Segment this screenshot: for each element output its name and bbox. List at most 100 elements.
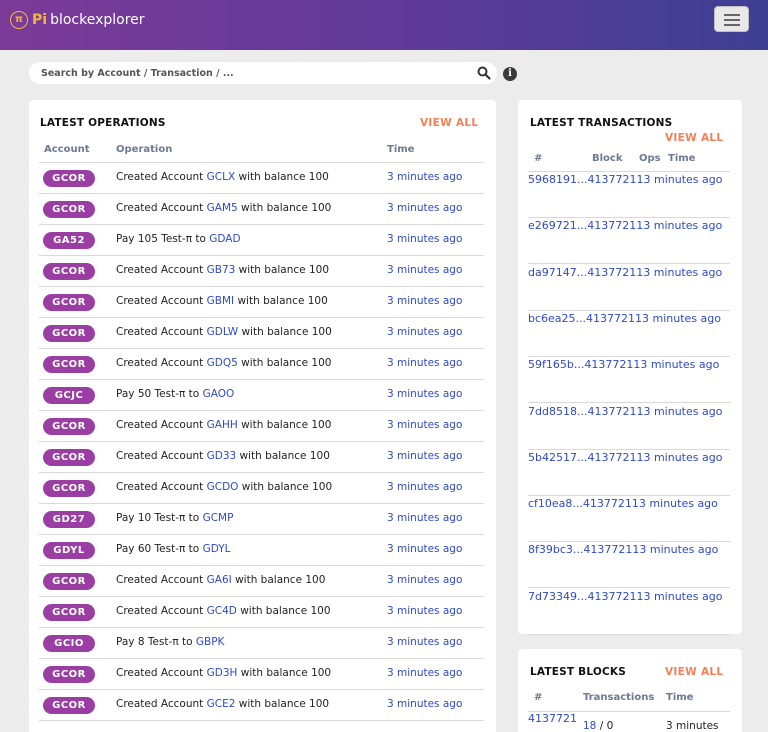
account-link[interactable]: GAOO bbox=[203, 388, 235, 400]
transaction-hash-link[interactable]: 7d73349... bbox=[528, 590, 587, 603]
transaction-hash-link[interactable]: 59f165b... bbox=[528, 358, 584, 371]
transaction-time-link[interactable]: 3 minutes ago bbox=[639, 497, 718, 510]
operation-time-link[interactable]: 3 minutes ago bbox=[387, 512, 462, 524]
account-link[interactable]: GCMP bbox=[203, 512, 234, 524]
operation-time-link[interactable]: 3 minutes ago bbox=[387, 450, 462, 462]
block-link[interactable]: 4137721 bbox=[587, 451, 636, 464]
account-link[interactable]: GCE2 bbox=[207, 698, 236, 710]
account-link[interactable]: GC4D bbox=[207, 605, 237, 617]
ops-count-link[interactable]: 1 bbox=[635, 312, 642, 325]
operation-time-link[interactable]: 3 minutes ago bbox=[387, 326, 462, 338]
transaction-hash-link[interactable]: da97147... bbox=[528, 266, 587, 279]
account-link[interactable]: GB73 bbox=[207, 264, 236, 276]
account-link[interactable]: GAM5 bbox=[207, 202, 238, 214]
account-badge[interactable]: GCOR bbox=[43, 697, 95, 714]
account-badge[interactable]: GCJC bbox=[43, 387, 95, 404]
account-badge[interactable]: GCIO bbox=[43, 635, 95, 652]
transaction-hash-link[interactable]: 5968191... bbox=[528, 173, 587, 186]
hamburger-menu-button[interactable] bbox=[714, 6, 749, 32]
account-badge[interactable]: GCOR bbox=[43, 170, 95, 187]
transaction-time-link[interactable]: 3 minutes ago bbox=[643, 266, 722, 279]
operation-time-link[interactable]: 3 minutes ago bbox=[387, 264, 462, 276]
account-badge[interactable]: GCOR bbox=[43, 294, 95, 311]
transaction-hash-link[interactable]: bc6ea25... bbox=[528, 312, 586, 325]
search-input[interactable] bbox=[41, 65, 461, 81]
account-badge[interactable]: GD27 bbox=[43, 511, 95, 528]
transaction-time-link[interactable]: 3 minutes ago bbox=[643, 219, 722, 232]
account-badge[interactable]: GCOR bbox=[43, 356, 95, 373]
account-badge[interactable]: GCOR bbox=[43, 573, 95, 590]
search-icon[interactable] bbox=[477, 66, 491, 80]
transactions-view-all-link[interactable]: VIEW ALL bbox=[665, 132, 723, 144]
operations-view-all-link[interactable]: VIEW ALL bbox=[420, 117, 478, 129]
operation-time-link[interactable]: 3 minutes ago bbox=[387, 419, 462, 431]
account-link[interactable]: GA6I bbox=[207, 574, 232, 586]
transaction-hash-link[interactable]: e269721... bbox=[528, 219, 587, 232]
block-number-link[interactable]: 4137721 bbox=[528, 712, 577, 725]
account-badge[interactable]: GCOR bbox=[43, 666, 95, 683]
transaction-time-link[interactable]: 3 minutes ago bbox=[643, 173, 722, 186]
table-row: da97147...413772113 minutes ago bbox=[528, 265, 730, 311]
brand-logo-link[interactable]: π Pi blockexplorer bbox=[10, 11, 145, 29]
operation-time-link[interactable]: 3 minutes ago bbox=[387, 357, 462, 369]
account-badge[interactable]: GCOR bbox=[43, 604, 95, 621]
account-link[interactable]: GDLW bbox=[207, 326, 239, 338]
ops-count-link[interactable]: 1 bbox=[632, 497, 639, 510]
transaction-time-link[interactable]: 3 minutes ago bbox=[643, 405, 722, 418]
block-link[interactable]: 4137721 bbox=[586, 312, 635, 325]
operation-time-link[interactable]: 3 minutes ago bbox=[387, 202, 462, 214]
operation-time-link[interactable]: 3 minutes ago bbox=[387, 698, 462, 710]
account-badge[interactable]: GA52 bbox=[43, 232, 95, 249]
operation-time-link[interactable]: 3 minutes ago bbox=[387, 481, 462, 493]
account-link[interactable]: GAHH bbox=[207, 419, 238, 431]
account-link[interactable]: GDYL bbox=[203, 543, 231, 555]
operation-time-link[interactable]: 3 minutes ago bbox=[387, 388, 462, 400]
operation-time-link[interactable]: 3 minutes ago bbox=[387, 171, 462, 183]
block-link[interactable]: 4137721 bbox=[587, 219, 636, 232]
blocks-view-all-link[interactable]: VIEW ALL bbox=[665, 666, 723, 678]
tx-count-link[interactable]: 18 bbox=[583, 720, 596, 732]
block-link[interactable]: 4137721 bbox=[587, 266, 636, 279]
operation-text: with balance 100 bbox=[236, 605, 331, 617]
account-badge[interactable]: GCOR bbox=[43, 325, 95, 342]
account-link[interactable]: GD3H bbox=[207, 667, 238, 679]
operation-time-link[interactable]: 3 minutes ago bbox=[387, 636, 462, 648]
block-link[interactable]: 4137721 bbox=[583, 497, 632, 510]
block-link[interactable]: 4137721 bbox=[583, 543, 632, 556]
operation-time-link[interactable]: 3 minutes ago bbox=[387, 574, 462, 586]
operation-time-link[interactable]: 3 minutes ago bbox=[387, 543, 462, 555]
info-icon[interactable]: i bbox=[503, 67, 517, 81]
account-badge[interactable]: GCOR bbox=[43, 449, 95, 466]
transaction-hash-link[interactable]: 7dd8518... bbox=[528, 405, 587, 418]
account-link[interactable]: GBPK bbox=[196, 636, 225, 648]
transaction-hash-link[interactable]: 5b42517... bbox=[528, 451, 587, 464]
block-link[interactable]: 4137721 bbox=[587, 405, 636, 418]
account-badge[interactable]: GDYL bbox=[43, 542, 95, 559]
account-link[interactable]: GDAD bbox=[209, 233, 240, 245]
transaction-time-link[interactable]: 3 minutes ago bbox=[640, 358, 719, 371]
transaction-hash-link[interactable]: cf10ea8... bbox=[528, 497, 583, 510]
operation-text: Created Account bbox=[116, 171, 207, 183]
operation-time-link[interactable]: 3 minutes ago bbox=[387, 667, 462, 679]
account-badge[interactable]: GCOR bbox=[43, 201, 95, 218]
account-badge[interactable]: GCOR bbox=[43, 418, 95, 435]
block-link[interactable]: 4137721 bbox=[584, 358, 633, 371]
account-link[interactable]: GD33 bbox=[207, 450, 237, 462]
transaction-time-link[interactable]: 3 minutes ago bbox=[639, 543, 718, 556]
block-link[interactable]: 4137721 bbox=[587, 590, 636, 603]
operation-time-link[interactable]: 3 minutes ago bbox=[387, 233, 462, 245]
block-link[interactable]: 4137721 bbox=[587, 173, 636, 186]
transaction-time-link[interactable]: 3 minutes ago bbox=[643, 590, 722, 603]
account-badge[interactable]: GCOR bbox=[43, 480, 95, 497]
transaction-time-link[interactable]: 3 minutes ago bbox=[642, 312, 721, 325]
account-link[interactable]: GCDO bbox=[207, 481, 239, 493]
account-badge[interactable]: GCOR bbox=[43, 263, 95, 280]
col-header-time: Time bbox=[387, 144, 415, 155]
operation-time-link[interactable]: 3 minutes ago bbox=[387, 295, 462, 307]
operation-time-link[interactable]: 3 minutes ago bbox=[387, 605, 462, 617]
account-link[interactable]: GCLX bbox=[207, 171, 236, 183]
transaction-hash-link[interactable]: 8f39bc3... bbox=[528, 543, 583, 556]
transaction-time-link[interactable]: 3 minutes ago bbox=[643, 451, 722, 464]
account-link[interactable]: GDQ5 bbox=[207, 357, 238, 369]
account-link[interactable]: GBMI bbox=[207, 295, 235, 307]
